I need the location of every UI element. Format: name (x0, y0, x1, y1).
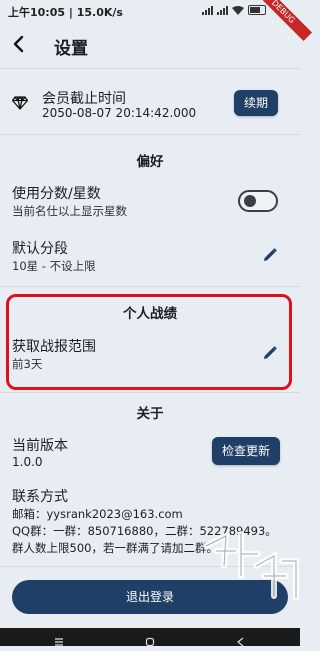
section-about: 关于 (136, 406, 164, 422)
membership-label: 会员截止时间 (42, 91, 126, 107)
contact-label: 联系方式 (12, 489, 68, 505)
back-arrow-icon[interactable] (10, 34, 28, 54)
renew-button[interactable]: 续期 (234, 90, 278, 116)
edit-segment-icon[interactable] (262, 247, 278, 263)
logout-button[interactable]: 退出登录 (12, 580, 288, 614)
divider (0, 134, 300, 135)
contact-qq-groups: QQ群：一群：850716880，二群：522789493。 (12, 524, 277, 538)
contact-note: 群人数上限500，若一群满了请加二群。 (12, 541, 218, 555)
divider (0, 286, 300, 287)
divider (0, 566, 300, 567)
appbar-divider (0, 68, 300, 69)
contact-email: 邮箱：yysrank2023@163.com (12, 507, 183, 521)
wifi-icon (232, 5, 244, 15)
score-mode-description: 当前名仕以上显示星数 (12, 204, 127, 218)
nav-back-icon[interactable] (236, 632, 246, 647)
system-nav-bar (0, 628, 300, 647)
status-icons (202, 5, 266, 15)
score-mode-toggle[interactable] (238, 190, 278, 212)
status-time: 上午10:05 | 15.0K/s (8, 6, 123, 19)
default-segment-value: 10星 - 不设上限 (12, 259, 96, 273)
default-segment-label: 默认分段 (12, 241, 68, 257)
membership-date: 2050-08-07 20:14:42.000 (42, 106, 197, 120)
score-mode-label: 使用分数/星数 (12, 186, 101, 202)
nav-home-icon[interactable] (145, 632, 155, 647)
status-speed: 15.0K/s (76, 6, 123, 19)
highlight-box (6, 294, 292, 390)
status-bar: 上午10:05 | 15.0K/s DEBUG (0, 0, 312, 41)
battery-icon (248, 5, 266, 15)
diamond-icon (12, 96, 28, 110)
version-value: 1.0.0 (12, 455, 43, 469)
signal-2-icon (217, 5, 228, 15)
toggle-knob (244, 195, 256, 207)
page-title: 设置 (54, 39, 88, 59)
app-bar: 设置 (0, 22, 300, 68)
signal-icon (202, 5, 213, 15)
section-preferences: 偏好 (136, 154, 164, 170)
status-clock: 上午10:05 (8, 6, 66, 19)
version-label: 当前版本 (12, 438, 68, 454)
divider (0, 392, 300, 393)
nav-menu-icon[interactable] (54, 632, 64, 646)
check-update-button[interactable]: 检查更新 (212, 437, 280, 465)
